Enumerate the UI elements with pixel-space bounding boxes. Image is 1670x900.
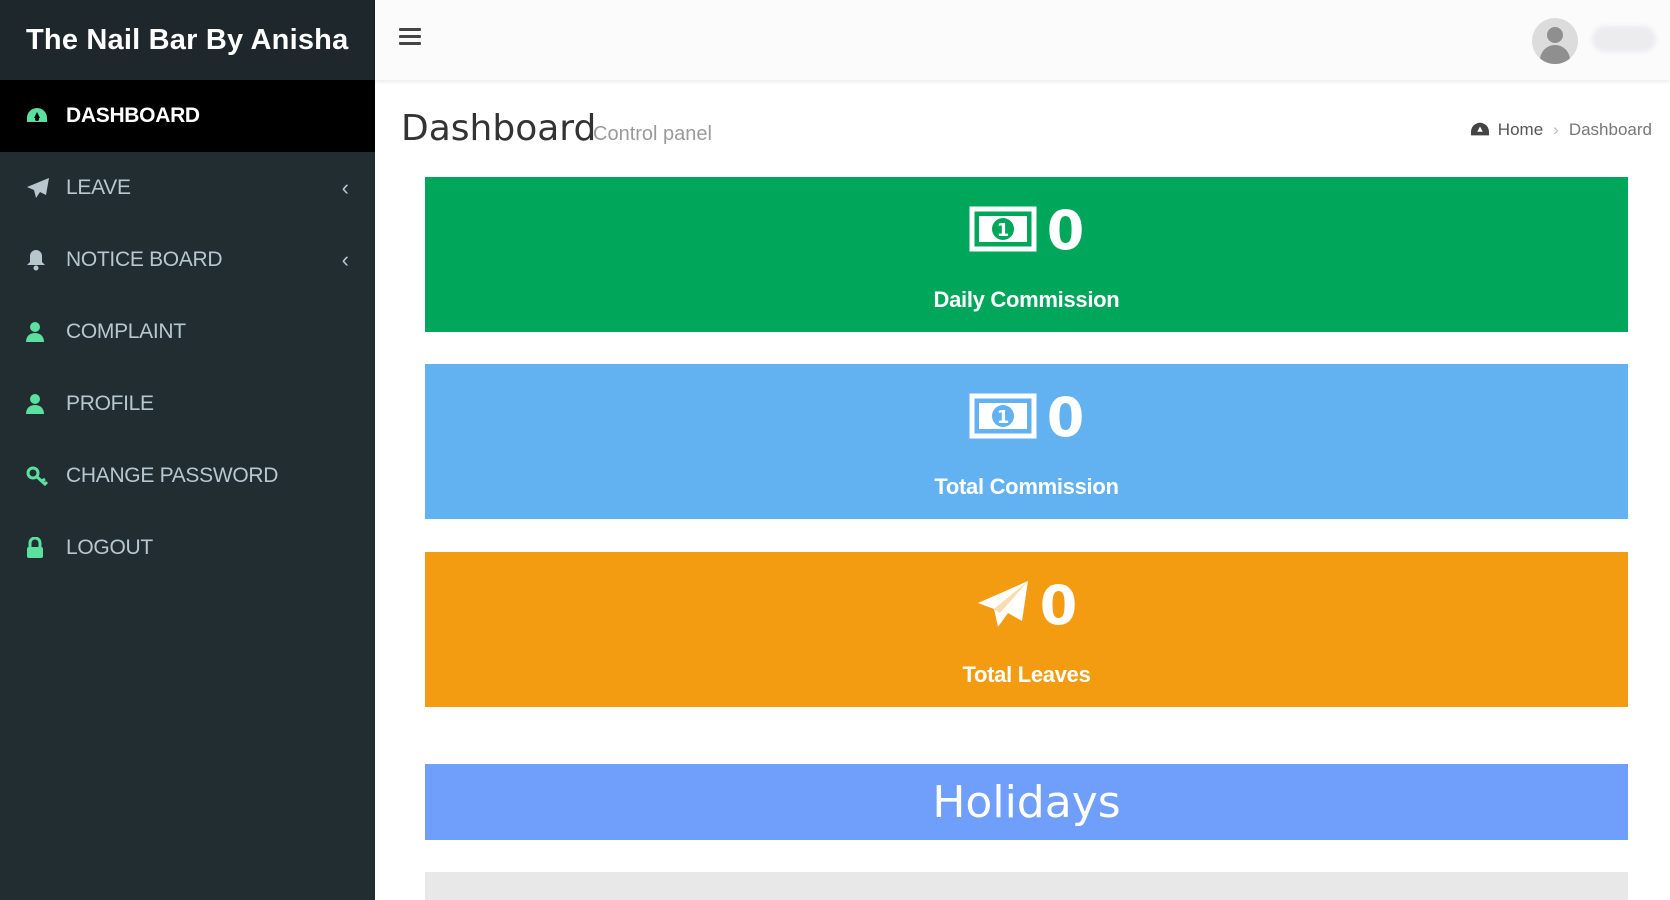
sidebar-item-label: PROFILE bbox=[66, 392, 154, 415]
paper-plane-icon bbox=[26, 177, 60, 199]
user-icon bbox=[26, 393, 60, 415]
sidebar-item-change-password[interactable]: CHANGE PASSWORD bbox=[0, 440, 375, 512]
paper-plane-icon bbox=[976, 579, 1030, 634]
sidebar-item-profile[interactable]: PROFILE bbox=[0, 368, 375, 440]
total-leaves-label: Total Leaves bbox=[962, 662, 1091, 687]
sidebar-menu: DASHBOARD LEAVE ‹ NOTICE BOARD ‹ COMPLAI… bbox=[0, 80, 375, 584]
breadcrumb-current: Dashboard bbox=[1568, 120, 1652, 139]
dashboard-icon bbox=[1470, 122, 1489, 136]
chevron-left-icon: ‹ bbox=[341, 175, 349, 200]
sidebar-item-label: LOGOUT bbox=[66, 536, 153, 559]
chevron-left-icon: ‹ bbox=[341, 247, 349, 272]
top-navbar bbox=[375, 0, 1670, 80]
sidebar-item-label: COMPLAINT bbox=[66, 320, 186, 343]
breadcrumb: Home › Dashboard bbox=[1470, 120, 1652, 140]
sidebar-item-label: NOTICE BOARD bbox=[66, 248, 223, 271]
total-commission-box: 1 0 Total Commission bbox=[425, 364, 1628, 519]
hamburger-menu-icon[interactable] bbox=[399, 28, 421, 50]
total-commission-value: 0 bbox=[1046, 386, 1085, 449]
page-subtitle: Control panel bbox=[593, 123, 712, 145]
bell-icon bbox=[26, 249, 60, 271]
svg-text:1: 1 bbox=[996, 220, 1009, 241]
sidebar-item-logout[interactable]: LOGOUT bbox=[0, 512, 375, 584]
page-title: Dashboard bbox=[401, 108, 597, 149]
svg-text:1: 1 bbox=[996, 407, 1009, 428]
daily-commission-box: 1 0 Daily Commission bbox=[425, 177, 1628, 332]
sidebar: The Nail Bar By Anisha DASHBOARD LEAVE ‹… bbox=[0, 0, 375, 900]
sidebar-item-label: DASHBOARD bbox=[66, 104, 200, 127]
brand-title: The Nail Bar By Anisha bbox=[26, 23, 349, 56]
brand-logo[interactable]: The Nail Bar By Anisha bbox=[0, 0, 375, 80]
sidebar-item-label: LEAVE bbox=[66, 176, 131, 199]
total-leaves-value: 0 bbox=[1039, 574, 1078, 637]
lock-icon bbox=[26, 537, 60, 559]
breadcrumb-home-label: Home bbox=[1497, 120, 1544, 139]
sidebar-item-leave[interactable]: LEAVE ‹ bbox=[0, 152, 375, 224]
money-bill-icon: 1 bbox=[969, 393, 1037, 444]
daily-commission-value: 0 bbox=[1046, 199, 1085, 262]
breadcrumb-home[interactable]: Home bbox=[1470, 120, 1543, 140]
user-avatar-icon[interactable] bbox=[1532, 18, 1578, 64]
total-leaves-box: 0 Total Leaves bbox=[425, 552, 1628, 707]
sidebar-item-label: CHANGE PASSWORD bbox=[66, 464, 279, 487]
sidebar-item-notice-board[interactable]: NOTICE BOARD ‹ bbox=[0, 224, 375, 296]
holidays-title: Holidays bbox=[932, 776, 1121, 828]
user-icon bbox=[26, 321, 60, 343]
daily-commission-label: Daily Commission bbox=[933, 287, 1120, 312]
total-commission-label: Total Commission bbox=[934, 474, 1119, 499]
key-icon bbox=[26, 465, 60, 487]
holidays-table-header bbox=[425, 872, 1628, 900]
breadcrumb-separator: › bbox=[1553, 120, 1559, 139]
username-redacted[interactable] bbox=[1592, 26, 1656, 52]
sidebar-item-dashboard[interactable]: DASHBOARD bbox=[0, 80, 375, 152]
money-bill-icon: 1 bbox=[969, 206, 1037, 257]
holidays-header: Holidays bbox=[425, 764, 1628, 840]
sidebar-item-complaint[interactable]: COMPLAINT bbox=[0, 296, 375, 368]
dashboard-icon bbox=[26, 106, 60, 126]
